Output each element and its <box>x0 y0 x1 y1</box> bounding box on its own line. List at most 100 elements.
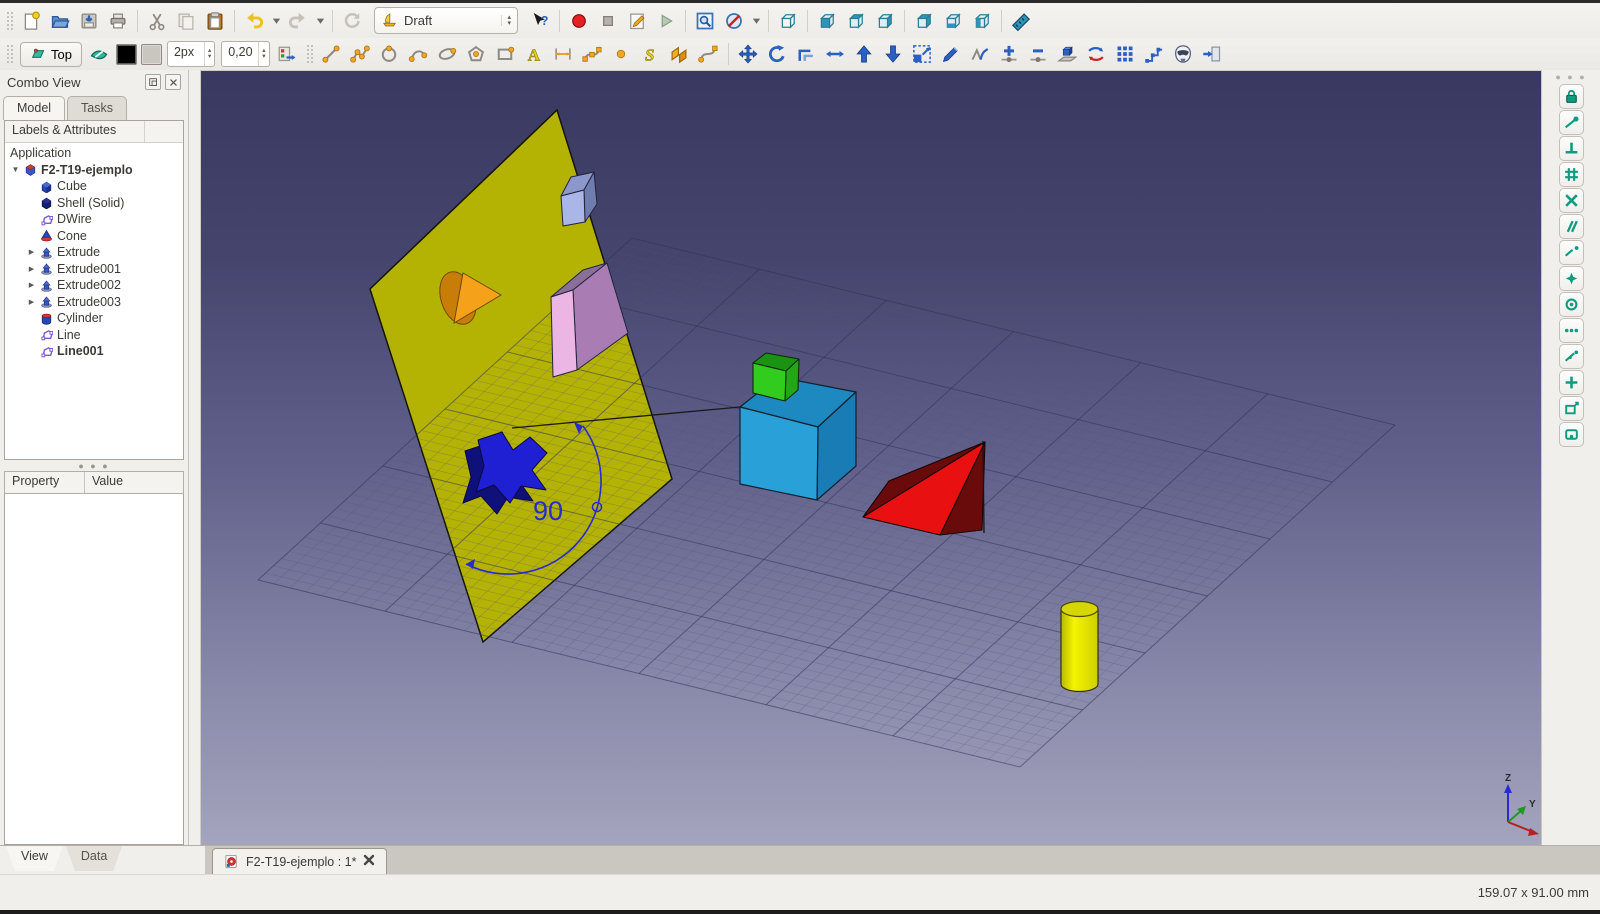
macro-edit-button[interactable] <box>623 7 651 34</box>
document-tab[interactable]: F2-T19-ejemplo : 1* <box>212 848 387 874</box>
view-axonometric-button[interactable] <box>774 7 802 34</box>
undo-button[interactable] <box>240 7 268 34</box>
toolbar-handle[interactable]: ● ● ● <box>1555 72 1586 84</box>
expand-caret-icon[interactable]: ▶ <box>27 281 36 289</box>
blue-cube[interactable] <box>740 377 856 500</box>
snap-working-plane-button[interactable] <box>1559 396 1584 421</box>
draft-point-button[interactable] <box>608 41 635 67</box>
tree-row[interactable]: Shell (Solid) <box>5 195 183 212</box>
close-panel-button[interactable] <box>165 74 181 90</box>
draft-upgrade-button[interactable] <box>851 41 878 67</box>
draft-move-button[interactable] <box>735 41 762 67</box>
print-button[interactable] <box>104 7 132 34</box>
view-right-button[interactable] <box>871 7 899 34</box>
draw-style-button[interactable] <box>720 7 748 34</box>
snap-special-button[interactable] <box>1559 318 1584 343</box>
panel-splitter[interactable]: ● ● ● <box>0 460 188 471</box>
float-panel-button[interactable] <box>145 74 161 90</box>
tree-column-header[interactable]: Labels & Attributes <box>5 121 183 143</box>
apply-style-button[interactable] <box>274 41 301 67</box>
tab-view[interactable]: View <box>6 846 63 871</box>
draft-shapestring-button[interactable]: S <box>637 41 664 67</box>
draft-rotate-button[interactable] <box>764 41 791 67</box>
redo-button[interactable] <box>284 7 312 34</box>
red-pyramid[interactable] <box>863 442 985 535</box>
draft-downgrade-button[interactable] <box>880 41 907 67</box>
undo-more-button[interactable] <box>269 7 283 34</box>
property-table-body[interactable] <box>4 494 184 845</box>
macro-record-button[interactable] <box>565 7 593 34</box>
toolbar-handle[interactable] <box>306 44 313 64</box>
expand-caret-icon[interactable]: ▶ <box>27 298 36 306</box>
snap-midpoint-button[interactable] <box>1559 266 1584 291</box>
tree-row[interactable]: Cylinder <box>5 310 183 327</box>
draft-polygon-button[interactable] <box>463 41 490 67</box>
tree-row[interactable]: Line001 <box>5 343 183 360</box>
line-color-swatch[interactable] <box>116 44 137 65</box>
tree-row[interactable]: ▶Extrude002 <box>5 277 183 294</box>
draft-shape-2d-view-button[interactable] <box>1054 41 1081 67</box>
draft-heal-button[interactable] <box>1199 41 1226 67</box>
collapse-caret-icon[interactable]: ▼ <box>11 165 20 174</box>
paste-button[interactable] <box>201 7 229 34</box>
draft-wire-to-bspline-button[interactable] <box>967 41 994 67</box>
snap-grid-button[interactable] <box>1559 162 1584 187</box>
expand-caret-icon[interactable]: ▶ <box>27 265 36 273</box>
tree-row[interactable]: DWire <box>5 211 183 228</box>
autogroup-button[interactable] <box>86 41 113 67</box>
snap-near-button[interactable] <box>1559 344 1584 369</box>
close-tab-button[interactable] <box>363 854 375 869</box>
snap-perpendicular-button[interactable] <box>1559 136 1584 161</box>
draft-text-button[interactable]: A <box>521 41 548 67</box>
draft-line-button[interactable] <box>318 41 345 67</box>
tree-row[interactable]: Line <box>5 327 183 344</box>
snap-endpoint-button[interactable] <box>1559 110 1584 135</box>
new-file-button[interactable] <box>17 7 45 34</box>
expand-caret-icon[interactable]: ▶ <box>27 248 36 256</box>
draft-bspline-button[interactable] <box>579 41 606 67</box>
draft-clone-button[interactable] <box>1170 41 1197 67</box>
draft-dimension-button[interactable] <box>550 41 577 67</box>
tree-row[interactable]: ▶Extrude003 <box>5 294 183 311</box>
draft-to-sketch-button[interactable] <box>1083 41 1110 67</box>
text-scale-spinbox[interactable]: 0,20 ▴▾ <box>221 41 269 67</box>
snap-ortho-button[interactable] <box>1559 370 1584 395</box>
macro-run-button[interactable] <box>652 7 680 34</box>
toolbar-handle[interactable] <box>6 11 13 31</box>
snap-lock-button[interactable] <box>1559 84 1584 109</box>
draft-delete-point-button[interactable] <box>1025 41 1052 67</box>
draft-arc-button[interactable] <box>405 41 432 67</box>
refresh-button[interactable] <box>338 7 366 34</box>
redo-more-button[interactable] <box>313 7 327 34</box>
toolbar-handle[interactable] <box>6 44 13 64</box>
tree-row[interactable]: Cone <box>5 228 183 245</box>
green-cube[interactable] <box>753 353 799 401</box>
save-file-button[interactable] <box>75 7 103 34</box>
working-plane-button[interactable]: Top <box>20 42 82 67</box>
snap-dimensions-button[interactable] <box>1559 422 1584 447</box>
snap-parallel-button[interactable] <box>1559 214 1584 239</box>
cut-button[interactable] <box>143 7 171 34</box>
panel-viewport-splitter[interactable] <box>189 70 200 845</box>
macro-stop-button[interactable] <box>594 7 622 34</box>
measure-distance-button[interactable] <box>1007 7 1035 34</box>
text-scale-arrows[interactable]: ▴▾ <box>258 42 268 66</box>
draft-array-button[interactable] <box>1112 41 1139 67</box>
draft-add-point-button[interactable] <box>996 41 1023 67</box>
draft-trimex-button[interactable] <box>822 41 849 67</box>
workbench-spin-arrows[interactable]: ▴▾ <box>501 15 511 26</box>
tree-row-application[interactable]: Application <box>5 145 183 162</box>
zoom-fit-button[interactable] <box>691 7 719 34</box>
workbench-selector[interactable]: Draft ▴▾ <box>374 7 518 34</box>
tab-data[interactable]: Data <box>66 846 122 871</box>
tree-row[interactable]: ▶Extrude <box>5 244 183 261</box>
yellow-cylinder[interactable] <box>1061 602 1098 692</box>
line-width-arrows[interactable]: ▴▾ <box>204 42 214 66</box>
3d-viewport[interactable]: 90 <box>200 70 1541 845</box>
3d-scene[interactable]: 90 <box>200 70 1541 843</box>
draft-bezier-button[interactable] <box>695 41 722 67</box>
tree-row[interactable]: ▶Extrude001 <box>5 261 183 278</box>
draw-style-more-button[interactable] <box>749 7 763 34</box>
draft-circle-button[interactable] <box>376 41 403 67</box>
tree-row[interactable]: Cube <box>5 178 183 195</box>
